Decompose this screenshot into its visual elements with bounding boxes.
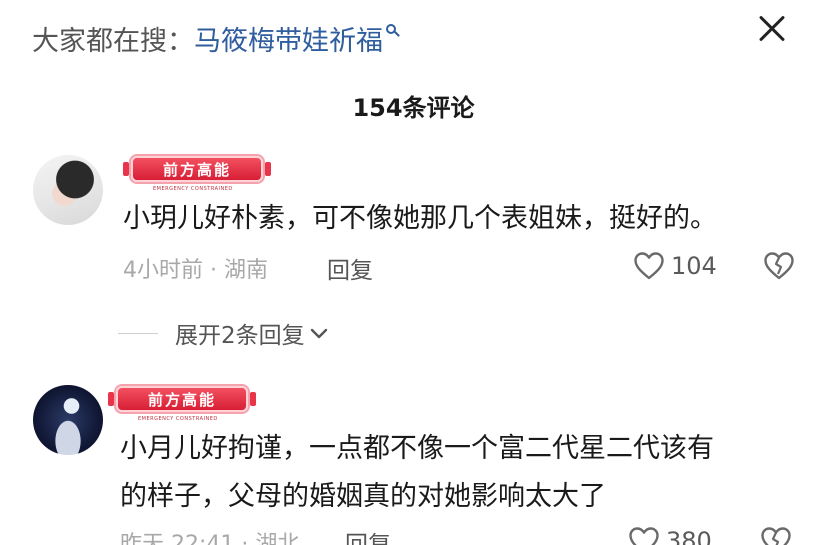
like-button[interactable]: 104 [633,250,717,282]
chevron-down-icon [310,328,327,339]
search-hint-query[interactable]: 马筱梅带娃祈福 [194,19,383,58]
comment-text: 小月儿好拘谨，一点都不像一个富二代星二代该有 的样子，父母的婚姻真的对她影响太大… [120,425,714,521]
expand-replies-button[interactable]: 展开2条回复 [118,318,331,349]
reply-button[interactable]: 回复 [327,251,373,285]
badge-label: 前方高能 [162,160,231,179]
comment-text-line: 小月儿好拘谨，一点都不像一个富二代星二代该有 [120,433,714,464]
badge-sub-label: EMERGENCY CONSTRAINED [138,416,218,422]
broken-heart-icon [761,527,791,545]
search-hint-prefix: 大家都在搜： [32,25,194,57]
heart-icon [629,527,659,545]
like-count: 380 [666,527,712,545]
high-energy-badge: 前方高能 EMERGENCY CONSTRAINED [108,380,256,422]
dislike-button[interactable] [760,525,792,545]
search-hint[interactable]: 大家都在搜： 马筱梅带娃祈福 [32,18,400,58]
comment-text-line: 的样子，父母的婚姻真的对她影响太大了 [120,481,606,512]
divider [118,332,158,334]
search-icon[interactable] [386,24,400,38]
comment-meta: 4小时前 · 湖南 [123,258,268,283]
expand-replies-label: 展开2条回复 [175,323,305,349]
comment-text: 小玥儿好朴素，可不像她那几个表姐妹，挺好的。 [123,203,717,234]
reply-button[interactable]: 回复 [345,525,391,545]
badge-label: 前方高能 [147,390,216,409]
avatar[interactable] [33,155,103,225]
comment-count-title: 154条评论 [352,94,475,122]
dislike-button[interactable] [763,250,795,282]
comment-meta: 昨天 22:41 · 湖北 [120,532,300,545]
like-button[interactable]: 380 [628,525,712,545]
close-button[interactable] [753,10,791,48]
high-energy-badge: 前方高能 EMERGENCY CONSTRAINED [123,150,271,192]
badge-sub-label: EMERGENCY CONSTRAINED [153,186,233,192]
avatar[interactable] [33,385,103,455]
like-count: 104 [671,252,717,280]
broken-heart-icon [764,252,794,280]
heart-icon [634,252,664,280]
